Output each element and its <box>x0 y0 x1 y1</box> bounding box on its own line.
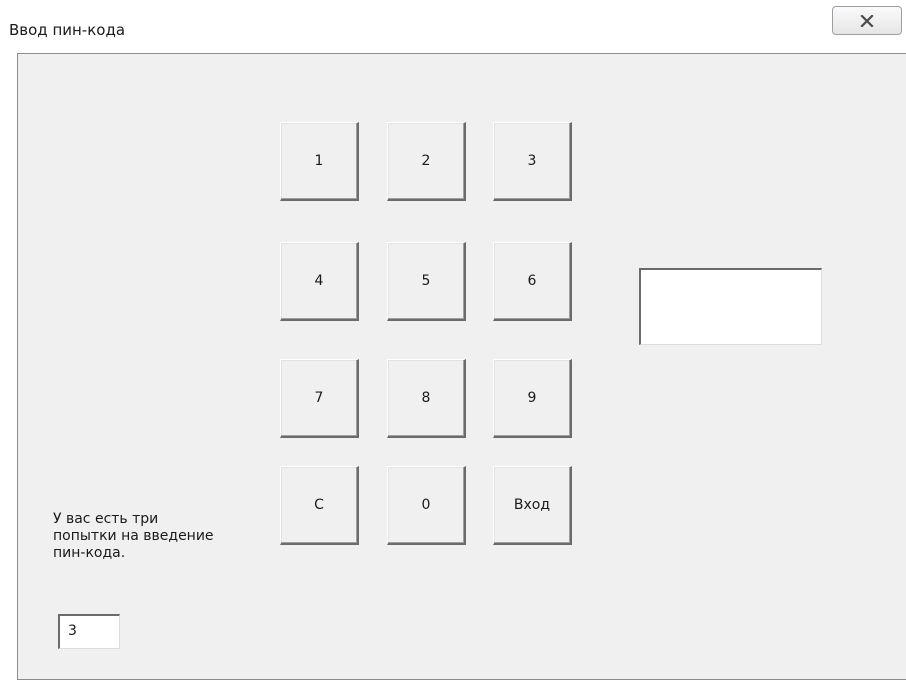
key-2-button[interactable]: 2 <box>387 122 466 201</box>
attempts-info-label: У вас есть три попытки на введение пин-к… <box>53 511 214 561</box>
title-bar: Ввод пин-кода <box>0 0 906 52</box>
key-8-button[interactable]: 8 <box>387 359 466 438</box>
attempts-remaining-field[interactable]: 3 <box>58 614 120 649</box>
key-4-button[interactable]: 4 <box>280 242 359 321</box>
close-button[interactable] <box>832 6 902 35</box>
key-3-button[interactable]: 3 <box>493 122 572 201</box>
clear-button[interactable]: C <box>280 466 359 545</box>
key-1-button[interactable]: 1 <box>280 122 359 201</box>
key-6-button[interactable]: 6 <box>493 242 572 321</box>
dialog-body: 1 2 3 4 5 6 7 8 9 C 0 Вход У вас есть тр… <box>17 53 906 680</box>
enter-button[interactable]: Вход <box>493 466 572 545</box>
close-icon <box>860 15 874 27</box>
key-7-button[interactable]: 7 <box>280 359 359 438</box>
window-title: Ввод пин-кода <box>9 21 126 39</box>
key-9-button[interactable]: 9 <box>493 359 572 438</box>
pin-entry-window: Ввод пин-кода 1 2 3 4 5 6 7 8 9 C 0 Вход… <box>0 0 906 681</box>
key-5-button[interactable]: 5 <box>387 242 466 321</box>
pin-display-field[interactable] <box>639 268 822 345</box>
key-0-button[interactable]: 0 <box>387 466 466 545</box>
